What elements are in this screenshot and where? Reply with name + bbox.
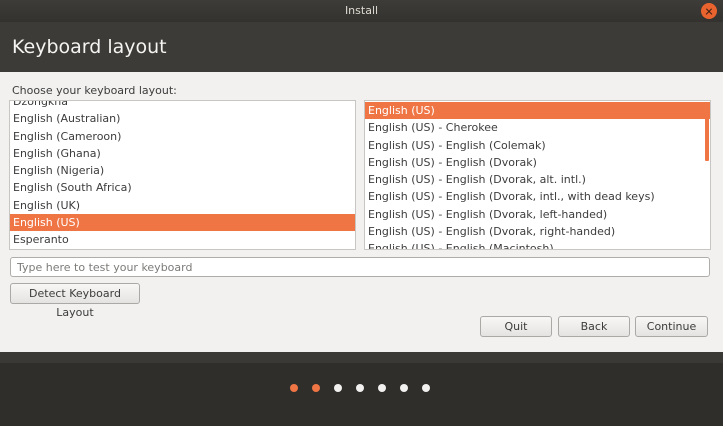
installer-footer bbox=[0, 352, 723, 426]
progress-step-dot bbox=[356, 384, 364, 392]
window-title: Install bbox=[344, 4, 379, 17]
progress-step-dot bbox=[378, 384, 386, 392]
variant-list-item[interactable]: English (US) - English (Dvorak, alt. int… bbox=[365, 171, 710, 188]
language-list-item[interactable]: English (Nigeria) bbox=[10, 162, 355, 179]
variant-list-item[interactable]: English (US) - English (Colemak) bbox=[365, 137, 710, 154]
language-list-item[interactable]: English (South Africa) bbox=[10, 179, 355, 196]
detect-keyboard-layout-button[interactable]: Detect Keyboard Layout bbox=[10, 283, 140, 319]
progress-step-dot bbox=[422, 384, 430, 392]
variant-list-item[interactable]: English (US) - English (Dvorak, left-han… bbox=[365, 206, 710, 223]
layout-section-label: Choose your keyboard layout: bbox=[12, 84, 177, 97]
back-button[interactable]: Back bbox=[558, 316, 630, 337]
main-content: Choose your keyboard layout: Dzongkha Eng… bbox=[0, 72, 723, 352]
continue-button[interactable]: Continue bbox=[635, 316, 708, 337]
page-title: Keyboard layout bbox=[12, 36, 167, 58]
progress-step-dot bbox=[400, 384, 408, 392]
variant-list-item[interactable]: English (US) bbox=[365, 102, 710, 120]
footer-divider bbox=[0, 352, 723, 363]
progress-step-dot bbox=[334, 384, 342, 392]
language-list-item[interactable]: English (US) bbox=[10, 214, 355, 232]
variant-list-item[interactable]: English (US) - Cherokee bbox=[365, 119, 710, 136]
language-list-item[interactable]: English (Australian) bbox=[10, 110, 355, 127]
language-list-item[interactable]: English (Cameroon) bbox=[10, 128, 355, 145]
variant-list-scrollbar[interactable] bbox=[705, 102, 709, 161]
language-list-item[interactable]: English (Ghana) bbox=[10, 145, 355, 162]
language-list-item[interactable]: English (UK) bbox=[10, 197, 355, 214]
keyboard-test-input[interactable] bbox=[10, 257, 710, 277]
variant-list-item[interactable]: English (US) - English (Dvorak, intl., w… bbox=[365, 188, 710, 205]
variant-list-item[interactable]: English (US) - English (Dvorak) bbox=[365, 154, 710, 171]
progress-step-dot bbox=[312, 384, 320, 392]
window-titlebar: Install bbox=[0, 0, 723, 22]
page-header: Keyboard layout bbox=[0, 22, 723, 72]
language-rows: Dzongkha English (Australian) English (Cam… bbox=[10, 101, 355, 249]
variant-list-item[interactable]: English (US) - English (Dvorak, right-ha… bbox=[365, 223, 710, 240]
language-list-item[interactable]: Dzongkha bbox=[10, 101, 355, 110]
keyboard-variant-list[interactable]: English (US) English (US) - Cherokee Engli… bbox=[364, 100, 711, 250]
variant-rows: English (US) English (US) - Cherokee Engli… bbox=[365, 102, 710, 249]
variant-list-item[interactable]: English (US) - English (Macintosh) bbox=[365, 240, 710, 249]
close-window-button[interactable] bbox=[701, 3, 717, 19]
keyboard-language-list[interactable]: Dzongkha English (Australian) English (Cam… bbox=[9, 100, 356, 250]
quit-button[interactable]: Quit bbox=[480, 316, 552, 337]
progress-step-dot bbox=[290, 384, 298, 392]
language-list-item[interactable]: Esperanto bbox=[10, 231, 355, 248]
